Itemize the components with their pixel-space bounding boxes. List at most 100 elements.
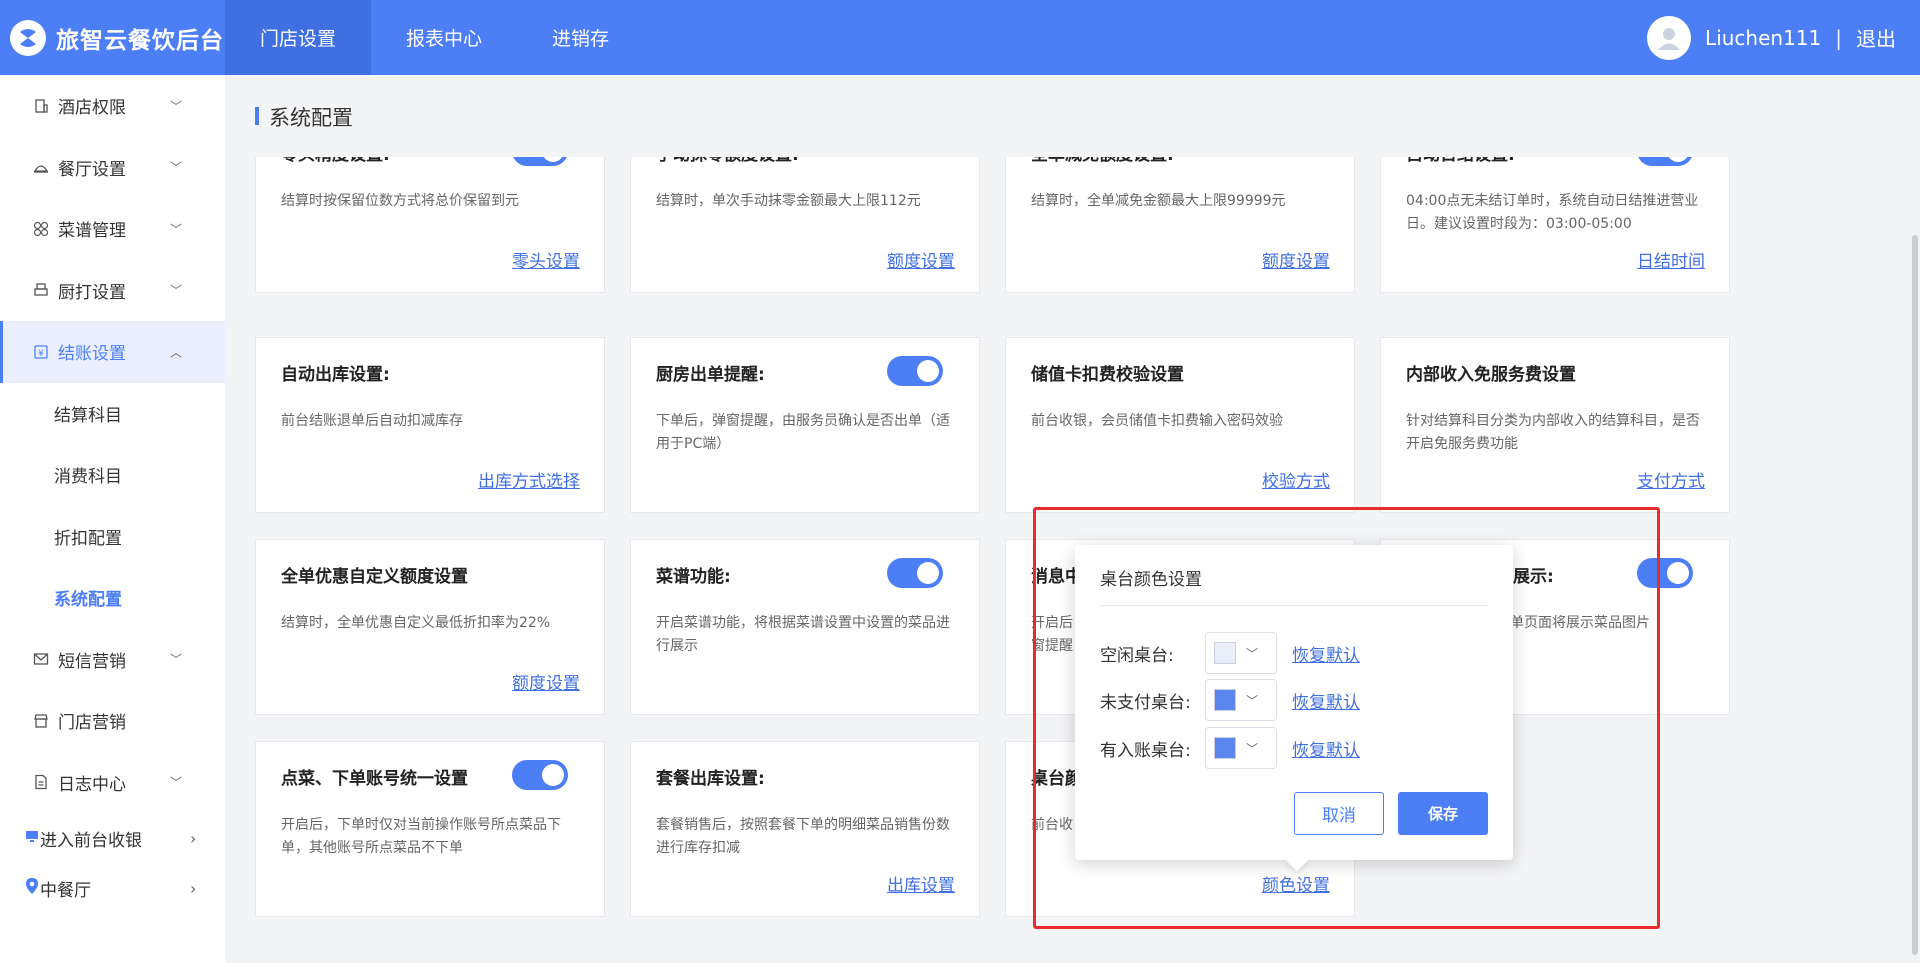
sidebar-item-checkout-settings[interactable]: ¥ 结账设置 ︿ bbox=[0, 321, 225, 383]
card-description: 点单页面将展示菜品图片 bbox=[1496, 615, 1650, 631]
chevron-down-icon: ﹀ bbox=[1246, 693, 1259, 708]
mail-icon bbox=[32, 650, 50, 668]
sidebar-item-hotel-permission[interactable]: 酒店权限 ﹀ bbox=[0, 75, 225, 137]
chevron-down-icon: ﹀ bbox=[170, 222, 183, 237]
card-link[interactable]: 出库设置 bbox=[887, 871, 955, 896]
chevron-down-icon: ﹀ bbox=[170, 283, 183, 298]
toggle-switch[interactable] bbox=[887, 356, 943, 386]
toggle-switch[interactable] bbox=[512, 157, 568, 166]
card-description: 套餐销售后，按照套餐下单的明细菜品销售份数进行库存扣减 bbox=[656, 817, 950, 856]
monitor-icon bbox=[24, 828, 40, 849]
top-nav: 门店设置 报表中心 进销存 bbox=[225, 0, 644, 75]
card-description: 结算时，单次手动抹零金额最大上限112元 bbox=[656, 193, 921, 209]
color-picker[interactable]: ﹀ bbox=[1205, 727, 1277, 769]
reset-default-link[interactable]: 恢复默认 bbox=[1292, 641, 1360, 666]
card-title: 零头精度设置: bbox=[281, 157, 390, 165]
receipt-icon: ¥ bbox=[32, 343, 50, 361]
nav-report-center[interactable]: 报表中心 bbox=[371, 0, 517, 75]
card-link[interactable]: 支付方式 bbox=[1637, 467, 1705, 492]
card-link[interactable]: 出库方式选择 bbox=[478, 467, 580, 492]
brand[interactable]: 旅智云餐饮后台 bbox=[10, 0, 224, 75]
save-button[interactable]: 保存 bbox=[1398, 792, 1488, 835]
sidebar-item-label: 菜谱管理 bbox=[58, 221, 126, 242]
table-color-popover: 桌台颜色设置 空闲桌台: ﹀ 恢复默认 未支付桌台: ﹀ 恢复默认 有入账桌台:… bbox=[1075, 545, 1513, 872]
nav-inventory[interactable]: 进销存 bbox=[517, 0, 644, 75]
card-link[interactable]: 日结时间 bbox=[1637, 247, 1705, 272]
logout-link[interactable]: 退出 bbox=[1856, 23, 1896, 52]
toggle-switch[interactable] bbox=[512, 760, 568, 790]
page-title: 系统配置 bbox=[255, 102, 353, 132]
logo-icon bbox=[10, 19, 46, 56]
card-description: 针对结算科目分类为内部收入的结算科目，是否开启免服务费功能 bbox=[1406, 413, 1700, 452]
config-card: 厨房出单提醒: 下单后，弹窗提醒，由服务员确认是否出单（适用于PC端） bbox=[630, 337, 980, 513]
chevron-down-icon: ﹀ bbox=[170, 99, 183, 114]
config-card-grid: 零头精度设置: 结算时按保留位数方式将总价保留到元 零头设置 手动抹零额度设置:… bbox=[225, 157, 1910, 963]
sidebar-item-store-marketing[interactable]: 门店营销 bbox=[0, 690, 225, 752]
separator: | bbox=[1835, 25, 1842, 50]
sidebar-item-sms-marketing[interactable]: 短信营销 ﹀ bbox=[0, 629, 225, 691]
color-row-idle: 空闲桌台: ﹀ 恢复默认 bbox=[1100, 632, 1360, 674]
card-title: 自动日结设置: bbox=[1406, 157, 1515, 165]
card-description: 04:00点无未结订单时，系统自动日结推进营业日。建议设置时段为：03:00-0… bbox=[1406, 193, 1699, 232]
sidebar-subitem-discount-config[interactable]: 折扣配置 bbox=[0, 506, 225, 568]
sidebar-item-log-center[interactable]: 日志中心 ﹀ bbox=[0, 752, 225, 814]
sidebar-subitem-system-config[interactable]: 系统配置 bbox=[0, 567, 225, 629]
chevron-right-icon: › bbox=[190, 828, 197, 848]
color-row-label: 有入账桌台: bbox=[1100, 740, 1191, 761]
config-card: 内部收入免服务费设置 针对结算科目分类为内部收入的结算科目，是否开启免服务费功能… bbox=[1380, 337, 1730, 513]
sidebar-current-restaurant[interactable]: 中餐厅 › bbox=[0, 863, 225, 913]
card-link[interactable]: 零头设置 bbox=[512, 247, 580, 272]
color-picker[interactable]: ﹀ bbox=[1205, 679, 1277, 721]
color-picker[interactable]: ﹀ bbox=[1205, 632, 1277, 674]
divider bbox=[1100, 605, 1488, 606]
sidebar-item-label: 日志中心 bbox=[58, 774, 126, 795]
scrollbar-thumb[interactable] bbox=[1912, 235, 1918, 955]
card-title: 厨房出单提醒: bbox=[656, 365, 765, 385]
sidebar-item-restaurant-settings[interactable]: 餐厅设置 ﹀ bbox=[0, 137, 225, 199]
reset-default-link[interactable]: 恢复默认 bbox=[1292, 736, 1360, 761]
card-title: 套餐出库设置: bbox=[656, 769, 765, 789]
card-link-color-settings[interactable]: 颜色设置 bbox=[1262, 871, 1330, 896]
config-card: 零头精度设置: 结算时按保留位数方式将总价保留到元 零头设置 bbox=[255, 157, 605, 293]
card-title: 手动抹零额度设置: bbox=[656, 157, 799, 165]
sidebar-subitem-consumption-subject[interactable]: 消费科目 bbox=[0, 444, 225, 506]
sidebar-item-kitchen-print[interactable]: 厨打设置 ﹀ bbox=[0, 260, 225, 322]
chevron-down-icon: ﹀ bbox=[170, 160, 183, 175]
popover-title: 桌台颜色设置 bbox=[1100, 570, 1202, 590]
sidebar-item-label: 厨打设置 bbox=[58, 282, 126, 303]
config-card: 套餐出库设置: 套餐销售后，按照套餐下单的明细菜品销售份数进行库存扣减 出库设置 bbox=[630, 741, 980, 917]
building-icon bbox=[32, 97, 50, 115]
config-card: 全单减免额度设置: 结算时，全单减免金额最大上限99999元 额度设置 bbox=[1005, 157, 1355, 293]
reset-default-link[interactable]: 恢复默认 bbox=[1292, 688, 1360, 713]
svg-text:¥: ¥ bbox=[38, 349, 44, 359]
user-area: Liuchen111 | 退出 bbox=[1647, 0, 1896, 75]
sidebar-item-label: 短信营销 bbox=[58, 651, 126, 672]
color-swatch bbox=[1214, 642, 1236, 664]
cancel-button[interactable]: 取消 bbox=[1294, 792, 1384, 835]
sidebar-item-menu-management[interactable]: 菜谱管理 ﹀ bbox=[0, 198, 225, 260]
config-card: 点菜、下单账号统一设置 开启后，下单时仅对当前操作账号所点菜品下单，其他账号所点… bbox=[255, 741, 605, 917]
card-description: 结算时，全单减免金额最大上限99999元 bbox=[1031, 193, 1286, 209]
card-title: 自动出库设置: bbox=[281, 365, 390, 385]
scrollbar[interactable] bbox=[1910, 75, 1920, 963]
sidebar-enter-cashier[interactable]: 进入前台收银 › bbox=[0, 813, 225, 863]
toggle-switch[interactable] bbox=[887, 558, 943, 588]
sidebar-subitem-settlement-subject[interactable]: 结算科目 bbox=[0, 383, 225, 445]
toggle-switch[interactable] bbox=[1637, 157, 1693, 166]
card-link[interactable]: 额度设置 bbox=[887, 247, 955, 272]
card-title: 全单减免额度设置: bbox=[1031, 157, 1174, 165]
avatar[interactable] bbox=[1647, 15, 1692, 60]
config-card: 全单优惠自定义额度设置 结算时，全单优惠自定义最低折扣率为22% 额度设置 bbox=[255, 539, 605, 715]
toggle-switch[interactable] bbox=[1637, 558, 1693, 588]
brand-title: 旅智云餐饮后台 bbox=[56, 27, 224, 54]
card-link[interactable]: 额度设置 bbox=[512, 669, 580, 694]
nav-store-settings[interactable]: 门店设置 bbox=[225, 0, 372, 75]
color-row-posted: 有入账桌台: ﹀ 恢复默认 bbox=[1100, 727, 1360, 769]
color-row-unpaid: 未支付桌台: ﹀ 恢复默认 bbox=[1100, 679, 1360, 721]
card-link[interactable]: 校验方式 bbox=[1262, 467, 1330, 492]
top-bar: 旅智云餐饮后台 门店设置 报表中心 进销存 Liuchen111 | 退出 bbox=[0, 0, 1920, 75]
card-link[interactable]: 额度设置 bbox=[1262, 247, 1330, 272]
card-description: 前台结账退单后自动扣减库存 bbox=[281, 413, 463, 429]
grid-icon bbox=[32, 220, 50, 238]
sidebar-item-label: 酒店权限 bbox=[58, 98, 126, 119]
